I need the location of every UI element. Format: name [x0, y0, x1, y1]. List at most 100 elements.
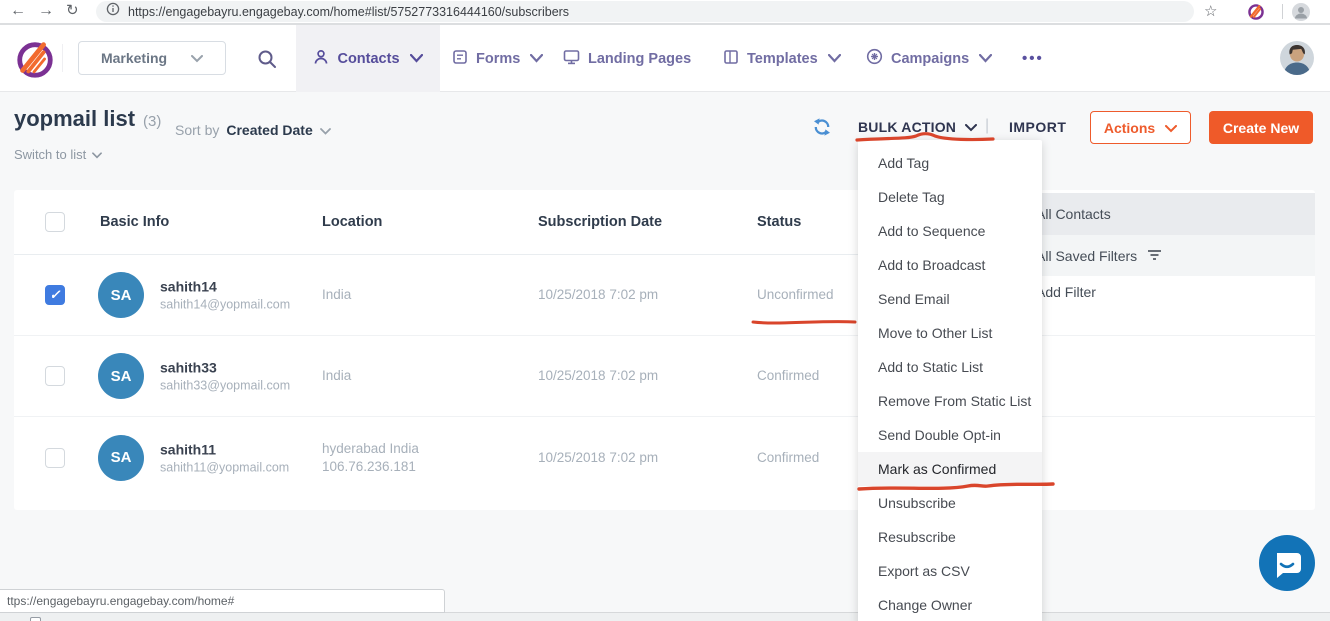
- chevron-down-icon: [92, 147, 102, 162]
- menu-item-remove-from-static-list[interactable]: Remove From Static List: [858, 384, 1042, 418]
- chevron-down-icon: [979, 51, 992, 67]
- workspace-selector[interactable]: Marketing: [78, 41, 226, 75]
- contact-name[interactable]: sahith33: [160, 360, 290, 376]
- screen: ← → ↻ https://engagebayru.engagebay.com/…: [0, 0, 1330, 621]
- header-separator: |: [985, 117, 989, 135]
- chat-widget-button[interactable]: [1259, 535, 1315, 596]
- app-navbar: Marketing Contacts Forms: [0, 25, 1330, 92]
- location-city: hyderabad India: [322, 440, 419, 458]
- menu-item-add-to-static-list[interactable]: Add to Static List: [858, 350, 1042, 384]
- avatar: SA: [98, 353, 144, 399]
- bulk-action-label: BULK ACTION: [858, 119, 956, 135]
- nav-item-templates[interactable]: Templates: [723, 25, 841, 92]
- menu-item-delete-tag[interactable]: Delete Tag: [858, 180, 1042, 214]
- status-value: Confirmed: [757, 449, 819, 467]
- row-checkbox[interactable]: ✓: [45, 285, 65, 305]
- chevron-down-icon: [320, 122, 331, 138]
- menu-item-send-double-opt-in[interactable]: Send Double Opt-in: [858, 418, 1042, 452]
- reload-icon[interactable]: ↻: [66, 1, 79, 21]
- table-row[interactable]: SA sahith11 sahith11@yopmail.com hyderab…: [14, 417, 1315, 498]
- contact-name[interactable]: sahith14: [160, 279, 290, 295]
- nav-item-label: Forms: [476, 51, 520, 67]
- switch-to-list-control[interactable]: Switch to list: [14, 147, 102, 162]
- bulk-action-menu: Add Tag Delete Tag Add to Sequence Add t…: [858, 140, 1042, 621]
- search-icon[interactable]: [257, 49, 277, 74]
- status-value: Confirmed: [757, 367, 819, 385]
- filter-item-all-contacts[interactable]: All Contacts: [1020, 193, 1315, 235]
- browser-toolbar: ← → ↻ https://engagebayru.engagebay.com/…: [0, 0, 1330, 25]
- bottom-strip: [0, 612, 1330, 621]
- user-avatar[interactable]: [1280, 41, 1314, 80]
- contact-email: sahith14@yopmail.com: [160, 298, 290, 312]
- bulk-action-button[interactable]: BULK ACTION: [858, 119, 977, 135]
- column-header-basic-info: Basic Info: [100, 214, 169, 230]
- nav-more-menu[interactable]: •••: [1022, 25, 1044, 92]
- menu-item-add-to-sequence[interactable]: Add to Sequence: [858, 214, 1042, 248]
- toolbar-divider: [1282, 4, 1283, 19]
- engagebay-logo-icon[interactable]: [14, 38, 56, 85]
- chevron-down-icon: [410, 51, 423, 67]
- menu-item-add-to-broadcast[interactable]: Add to Broadcast: [858, 248, 1042, 282]
- page-info-icon[interactable]: [106, 2, 120, 21]
- create-new-button[interactable]: Create New: [1209, 111, 1313, 144]
- back-icon[interactable]: ←: [10, 1, 26, 21]
- link-status-bar: ttps://engagebayru.engagebay.com/home#: [0, 589, 445, 613]
- contact-name[interactable]: sahith11: [160, 441, 289, 457]
- contact-location: India: [322, 286, 351, 304]
- menu-item-mark-as-confirmed[interactable]: Mark as Confirmed: [858, 452, 1042, 486]
- filter-item-label: All Saved Filters: [1036, 248, 1137, 264]
- browser-profile-icon[interactable]: [1292, 3, 1310, 26]
- address-bar[interactable]: https://engagebayru.engagebay.com/home#l…: [96, 1, 1194, 22]
- form-icon: [452, 49, 468, 69]
- create-new-label: Create New: [1223, 120, 1299, 136]
- sort-by-label: Sort by: [175, 122, 219, 138]
- bookmark-star-icon[interactable]: ☆: [1204, 2, 1217, 22]
- contact-basic-info: sahith11 sahith11@yopmail.com: [160, 441, 289, 474]
- refresh-sync-icon[interactable]: [812, 117, 832, 142]
- page-title-block: yopmail list (3): [14, 106, 161, 132]
- nav-item-landing-pages[interactable]: Landing Pages: [563, 25, 691, 92]
- contact-email: sahith33@yopmail.com: [160, 379, 290, 393]
- filter-item-label: All Contacts: [1036, 206, 1111, 222]
- nav-item-label: Contacts: [337, 51, 399, 67]
- campaign-icon: [866, 48, 883, 69]
- filter-item-all-saved-filters[interactable]: All Saved Filters: [1020, 235, 1315, 276]
- select-all-checkbox[interactable]: [45, 212, 65, 232]
- layout-columns-icon: [723, 49, 739, 69]
- subscription-date: 10/25/2018 7:02 pm: [538, 367, 658, 385]
- nav-item-label: Landing Pages: [588, 51, 691, 67]
- nav-item-contacts[interactable]: Contacts: [296, 25, 440, 92]
- check-icon: ✓: [50, 287, 61, 303]
- menu-item-export-as-csv[interactable]: Export as CSV: [858, 554, 1042, 588]
- menu-item-unsubscribe[interactable]: Unsubscribe: [858, 486, 1042, 520]
- avatar: SA: [98, 435, 144, 481]
- engagebay-extension-icon[interactable]: [1247, 3, 1265, 26]
- subscription-date: 10/25/2018 7:02 pm: [538, 286, 658, 304]
- filter-item-add-filter[interactable]: Add Filter: [1020, 276, 1315, 308]
- nav-item-campaigns[interactable]: Campaigns: [866, 25, 992, 92]
- navbar-divider: [62, 44, 63, 72]
- column-header-location: Location: [322, 214, 382, 230]
- table-row[interactable]: SA sahith33 sahith33@yopmail.com India 1…: [14, 336, 1315, 417]
- row-checkbox[interactable]: [45, 366, 65, 386]
- menu-item-resubscribe[interactable]: Resubscribe: [858, 520, 1042, 554]
- contact-basic-info: sahith14 sahith14@yopmail.com: [160, 279, 290, 312]
- contact-basic-info: sahith33 sahith33@yopmail.com: [160, 360, 290, 393]
- url-text: https://engagebayru.engagebay.com/home#l…: [128, 5, 569, 19]
- menu-item-change-owner[interactable]: Change Owner: [858, 588, 1042, 621]
- forward-icon[interactable]: →: [38, 1, 54, 21]
- monitor-icon: [563, 49, 580, 69]
- menu-item-send-email[interactable]: Send Email: [858, 282, 1042, 316]
- actions-button[interactable]: Actions: [1090, 111, 1191, 144]
- row-checkbox[interactable]: [45, 448, 65, 468]
- partial-checkbox[interactable]: [30, 617, 41, 621]
- nav-item-label: Campaigns: [891, 51, 969, 67]
- sort-by-control[interactable]: Sort by Created Date: [175, 122, 331, 138]
- nav-item-forms[interactable]: Forms: [452, 25, 543, 92]
- contact-location: India: [322, 367, 351, 385]
- chevron-down-icon: [1165, 120, 1177, 136]
- import-button[interactable]: IMPORT: [1009, 119, 1066, 135]
- menu-item-move-to-other-list[interactable]: Move to Other List: [858, 316, 1042, 350]
- menu-item-add-tag[interactable]: Add Tag: [858, 146, 1042, 180]
- filter-icon: [1147, 248, 1162, 264]
